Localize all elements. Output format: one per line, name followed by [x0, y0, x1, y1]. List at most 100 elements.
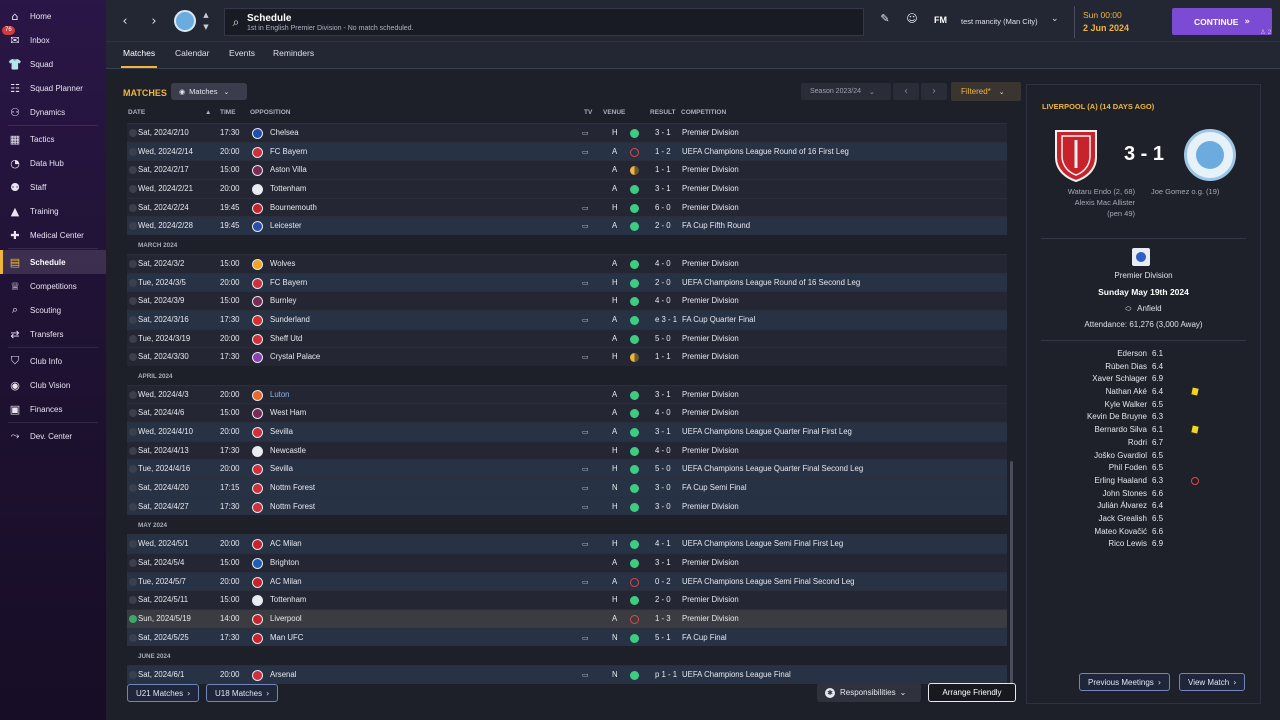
table-row[interactable]: Sat, 2024/3/30 17:30 Crystal Palace H 1 - 1 P… — [127, 347, 1007, 366]
opposition-name[interactable]: Bournemouth — [270, 199, 317, 218]
opposition-name[interactable]: Sevilla — [270, 423, 293, 442]
home-club-crest[interactable] — [1053, 127, 1099, 183]
sidebar-item-training[interactable]: ▲ Training — [0, 199, 106, 223]
opposition-name[interactable]: Sevilla — [270, 460, 293, 479]
opposition-name[interactable]: Burnley — [270, 292, 296, 311]
col-date[interactable]: DATE ▲ — [128, 109, 211, 116]
opposition-name[interactable]: FC Bayern — [270, 143, 307, 162]
opposition-name[interactable]: AC Milan — [270, 535, 302, 554]
table-row[interactable]: Wed, 2024/2/21 20:00 Tottenham A 3 - 1 Premie… — [127, 179, 1007, 198]
prev-season-button[interactable]: ‹ — [893, 83, 919, 100]
table-row[interactable]: Sat, 2024/6/1 20:00 Arsenal Np 1 - 1 UEFA Ch… — [127, 664, 1007, 685]
sidebar-item-competitions[interactable]: ♕ Competitions — [0, 274, 106, 298]
table-row[interactable]: Tue, 2024/3/5 20:00 FC Bayern H 2 - 0 UEFA Ch… — [127, 272, 1007, 293]
sidebar-item-transfers[interactable]: ⇄ Transfers — [0, 322, 106, 346]
opposition-name[interactable]: Newcastle — [270, 442, 306, 461]
rating-row[interactable]: Rodri 6.7 — [1027, 438, 1260, 451]
table-row[interactable]: Tue, 2024/5/7 20:00 AC Milan A 0 - 2 UEFA Cha… — [127, 571, 1007, 592]
next-season-button[interactable]: › — [921, 83, 947, 100]
opposition-name[interactable]: Crystal Palace — [270, 348, 320, 367]
table-row[interactable]: Sat, 2024/3/16 17:30 Sunderland Ae 3 - 1 FA … — [127, 309, 1007, 330]
page-title-box[interactable]: ⌕ Schedule 1st in English Premier Divisi… — [224, 8, 864, 36]
sidebar-item-scouting[interactable]: ⌕ Scouting — [0, 298, 106, 322]
sidebar-item-squad[interactable]: 👕 Squad — [0, 52, 106, 76]
tab-events[interactable]: Events — [227, 42, 257, 68]
opposition-name[interactable]: Brighton — [270, 554, 299, 573]
sidebar-item-club-info[interactable]: ⛉ Club Info — [0, 349, 106, 373]
col-opposition[interactable]: OPPOSITION — [250, 109, 290, 116]
opposition-name[interactable]: Aston Villa — [270, 161, 307, 180]
opposition-name[interactable]: Tottenham — [270, 180, 306, 199]
table-row[interactable]: Sat, 2024/3/2 15:00 Wolves A 4 - 0 Premier Di… — [127, 253, 1007, 274]
table-row[interactable]: Wed, 2024/4/3 20:00 Luton A 3 - 1 Premier Div… — [127, 384, 1007, 405]
table-row[interactable]: Sat, 2024/4/27 17:30 Nottm Forest H 3 - 0 Pre… — [127, 496, 1007, 517]
opposition-name[interactable]: Nottm Forest — [270, 479, 315, 498]
sidebar-item-data-hub[interactable]: ◔ Data Hub — [0, 151, 106, 175]
sidebar-item-dynamics[interactable]: ⚇ Dynamics — [0, 100, 106, 124]
rating-row[interactable]: Bernardo Silva 6.1 — [1027, 425, 1260, 438]
rating-row[interactable]: Kevin De Bruyne 6.3 — [1027, 412, 1260, 425]
table-row[interactable]: Sat, 2024/2/17 15:00 Aston Villa A 1 - 1 Prem… — [127, 160, 1007, 180]
table-row[interactable]: Wed, 2024/2/14 20:00 FC Bayern A 1 - 2 UEFA C… — [127, 141, 1007, 162]
rating-row[interactable]: Rico Lewis 6.9 — [1027, 539, 1260, 552]
rating-row[interactable]: John Stones 6.6 — [1027, 489, 1260, 502]
rating-row[interactable]: Kyle Walker 6.5 — [1027, 400, 1260, 413]
table-row[interactable]: Sat, 2024/3/9 15:00 Burnley H 4 - 0 Premier D… — [127, 291, 1007, 310]
col-competition[interactable]: COMPETITION — [681, 109, 726, 116]
forward-button[interactable]: › — [143, 8, 165, 34]
rating-row[interactable]: Xaver Schlager 6.9 — [1027, 374, 1260, 387]
away-club-crest[interactable] — [1184, 129, 1236, 181]
club-switch-arrows[interactable]: ▲ ▼ — [201, 9, 211, 33]
sidebar-item-club-vision[interactable]: ◉ Club Vision — [0, 373, 106, 397]
opposition-name[interactable]: Nottm Forest — [270, 498, 315, 517]
u21-matches-button[interactable]: U21 Matches › — [127, 684, 200, 702]
col-result[interactable]: RESULT — [650, 109, 676, 116]
chevron-down-icon[interactable]: ⌄ — [1051, 14, 1059, 24]
table-row[interactable]: Sun, 2024/5/19 14:00 Liverpool A 1 - 3 Premie… — [127, 608, 1007, 628]
rating-row[interactable]: Phil Foden 6.5 — [1027, 463, 1260, 476]
table-row[interactable]: Wed, 2024/2/28 19:45 Leicester A 2 - 0 FA Cup… — [127, 216, 1007, 236]
rating-row[interactable]: Julián Álvarez 6.4 — [1027, 501, 1260, 514]
scrollbar[interactable] — [1010, 461, 1013, 691]
table-row[interactable]: Sat, 2024/4/20 17:15 Nottm Forest N 3 - 0 FA … — [127, 478, 1007, 497]
sidebar-item-finances[interactable]: ▣ Finances — [0, 397, 106, 421]
opposition-name[interactable]: West Ham — [270, 404, 306, 423]
edit-icon[interactable]: ✎ — [876, 12, 894, 30]
view-dropdown[interactable]: ◉ Matches ⌄ — [171, 83, 247, 100]
opposition-name[interactable]: Sunderland — [270, 311, 310, 330]
tab-matches[interactable]: Matches — [121, 42, 158, 68]
rating-row[interactable]: Joško Gvardiol 6.5 — [1027, 451, 1260, 464]
opposition-name[interactable]: Tottenham — [270, 591, 306, 610]
opposition-name[interactable]: Leicester — [270, 217, 302, 236]
season-select[interactable]: Season 2023/24 ⌄ — [801, 83, 891, 100]
opposition-name[interactable]: FC Bayern — [270, 274, 307, 293]
sidebar-item-schedule[interactable]: ▤ Schedule — [0, 250, 106, 274]
table-row[interactable]: Sat, 2024/4/13 17:30 Newcastle H 4 - 0 Premie… — [127, 440, 1007, 461]
rating-row[interactable]: Rúben Dias 6.4 — [1027, 362, 1260, 375]
sidebar-item-squad-planner[interactable]: ☷ Squad Planner — [0, 76, 106, 100]
table-row[interactable]: Sat, 2024/2/24 19:45 Bournemouth H 6 - 0 Prem… — [127, 197, 1007, 218]
sidebar-item-inbox[interactable]: ✉ Inbox 76 — [0, 26, 106, 52]
tab-calendar[interactable]: Calendar — [173, 42, 212, 68]
table-row[interactable]: Wed, 2024/5/1 20:00 AC Milan H 4 - 1 UEFA Cha… — [127, 534, 1007, 553]
previous-meetings-button[interactable]: Previous Meetings › — [1079, 673, 1171, 691]
opposition-name[interactable]: Man UFC — [270, 629, 303, 648]
opposition-name[interactable]: Wolves — [270, 255, 295, 274]
table-row[interactable]: Tue, 2024/4/16 20:00 Sevilla H 5 - 0 UEFA Cha… — [127, 459, 1007, 479]
continue-button[interactable]: CONTINUE » — [1172, 8, 1272, 35]
opposition-name[interactable]: Luton — [270, 386, 290, 405]
opposition-name[interactable]: AC Milan — [270, 573, 302, 592]
view-match-button[interactable]: View Match › — [1179, 673, 1246, 691]
profile-name[interactable]: test mancity (Man City) — [961, 17, 1038, 26]
sidebar-item-tactics[interactable]: ▦ Tactics — [0, 127, 106, 151]
responsibilities-button[interactable]: ✱ Responsibilities ⌄ — [817, 683, 921, 702]
club-crest-icon[interactable] — [174, 10, 196, 32]
u18-matches-button[interactable]: U18 Matches › — [206, 684, 279, 702]
fm-logo[interactable]: FM — [934, 15, 947, 25]
sidebar-item-dev-center[interactable]: ⤳ Dev. Center — [0, 424, 106, 448]
filter-button[interactable]: Filtered* ⌄ — [951, 82, 1021, 101]
arrange-friendly-button[interactable]: Arrange Friendly — [928, 683, 1016, 702]
opposition-name[interactable]: Arsenal — [270, 666, 296, 685]
col-tv[interactable]: TV — [584, 109, 592, 116]
rating-row[interactable]: Ederson 6.1 — [1027, 349, 1260, 362]
